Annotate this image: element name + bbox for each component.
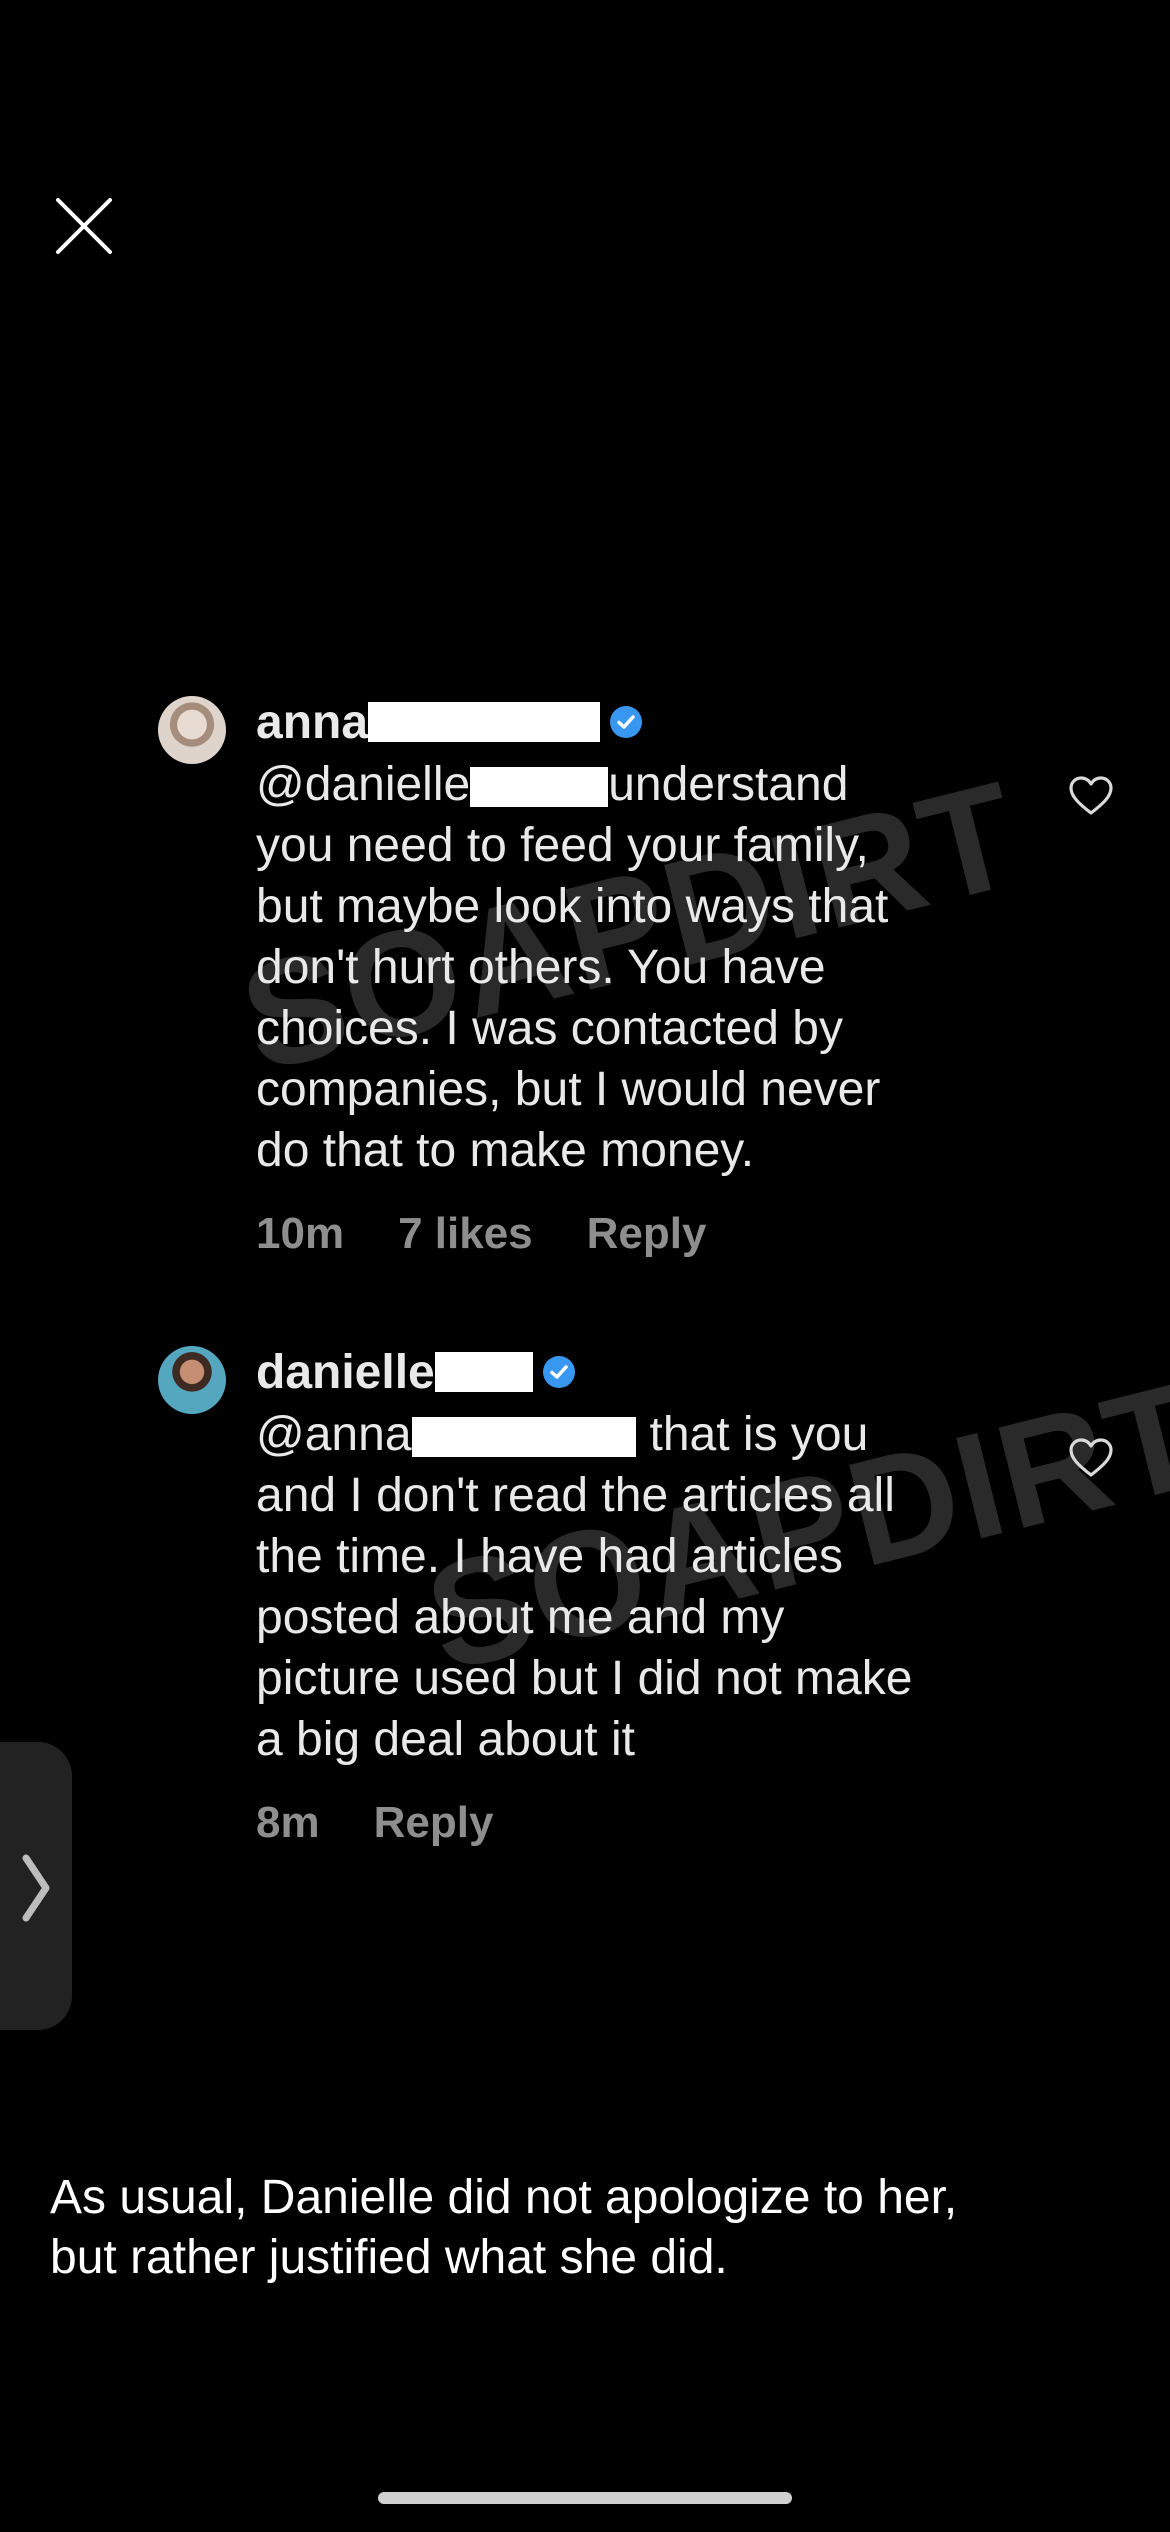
mention-link[interactable]: @danielle: [256, 758, 470, 811]
likes-count[interactable]: 7 likes: [398, 1209, 533, 1259]
comment-text: @danielle understand you need to feed you…: [256, 758, 889, 1177]
username[interactable]: danielle: [256, 1345, 435, 1400]
comment-meta: 10m 7 likes Reply: [256, 1209, 1016, 1259]
comment-content: danielle @anna that is you and I don't re…: [256, 1340, 1016, 1848]
username-row: danielle: [256, 1340, 1016, 1404]
side-panel-tab[interactable]: [0, 1742, 72, 2030]
image-caption: As usual, Danielle did not apologize to …: [50, 2171, 958, 2284]
comment-time: 8m: [256, 1798, 320, 1847]
redaction-bar: [368, 702, 601, 742]
close-icon: [56, 198, 112, 254]
redaction-bar: [434, 1352, 533, 1392]
verified-badge-icon: [610, 706, 643, 738]
comment-content: anna @danielle understand you need to fee…: [256, 690, 1016, 1259]
verified-badge-icon: [542, 1356, 575, 1388]
comment-meta: 8m Reply: [256, 1798, 1016, 1848]
username[interactable]: anna: [256, 695, 368, 750]
avatar[interactable]: [158, 1346, 226, 1414]
heart-icon[interactable]: [1068, 776, 1114, 816]
mention-link[interactable]: @anna: [256, 1408, 412, 1461]
comment-text: @anna that is you and I don't read the ar…: [256, 1408, 913, 1766]
close-button[interactable]: [48, 190, 120, 262]
reply-button[interactable]: Reply: [587, 1209, 707, 1259]
redaction-bar: [411, 1417, 636, 1458]
avatar[interactable]: [158, 696, 226, 764]
comment-time: 10m: [256, 1209, 345, 1258]
reply-button[interactable]: Reply: [374, 1798, 494, 1848]
username-row: anna: [256, 690, 1016, 754]
redaction-bar: [470, 767, 609, 808]
image-viewer: SOAPDIRT SOAPDIRT anna @danielle understa…: [0, 640, 1170, 1900]
heart-icon[interactable]: [1068, 1438, 1114, 1478]
home-indicator[interactable]: [378, 2492, 792, 2504]
chevron-right-icon: [22, 1854, 50, 1922]
